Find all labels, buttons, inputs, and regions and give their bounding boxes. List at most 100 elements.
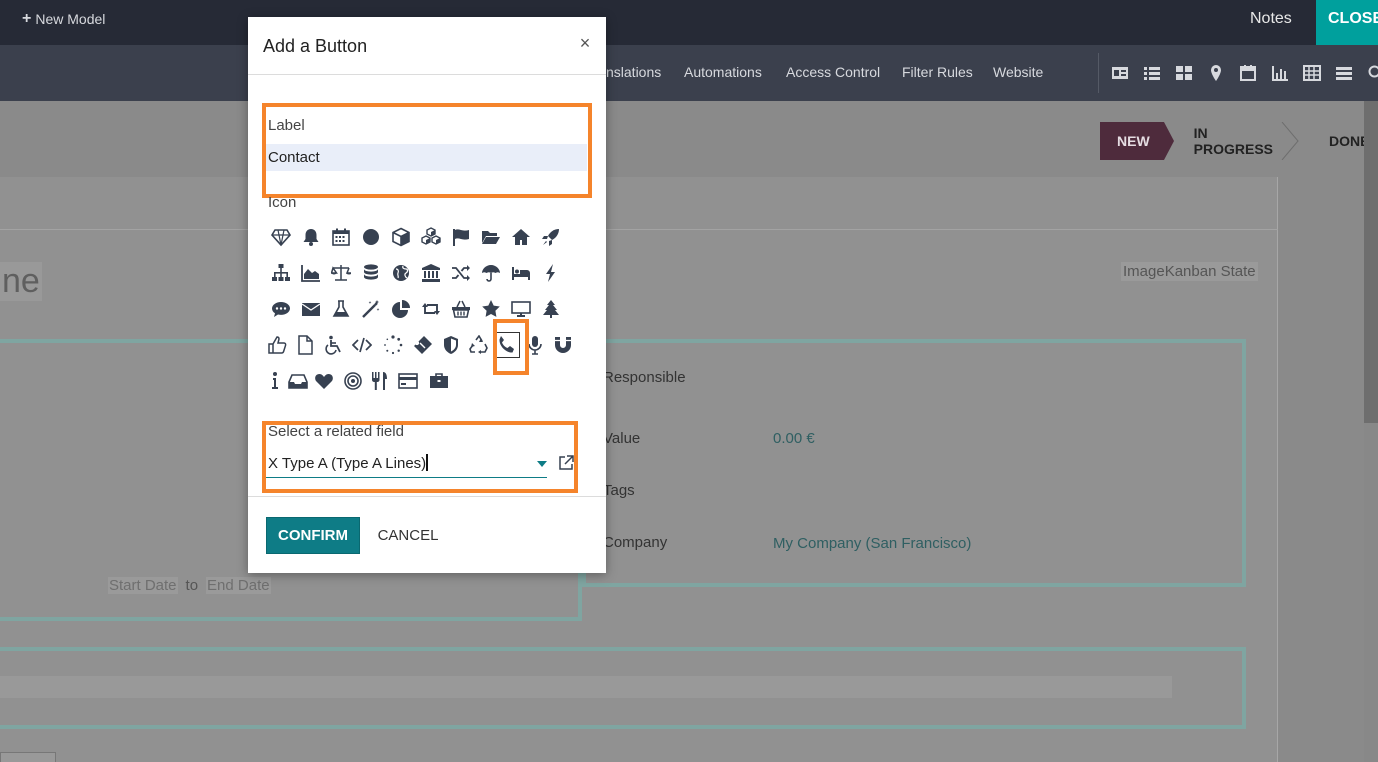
cancel-button[interactable]: CANCEL	[368, 517, 448, 554]
confirm-button[interactable]: CONFIRM	[266, 517, 360, 554]
menu-item-access-control[interactable]: Access Control	[786, 64, 880, 80]
sitemap-icon[interactable]	[268, 260, 294, 286]
random-icon[interactable]	[448, 260, 474, 286]
search-icon[interactable]	[1367, 64, 1378, 82]
cube-icon[interactable]	[388, 224, 414, 250]
label-caption: Label	[268, 117, 305, 134]
umbrella-icon[interactable]	[478, 260, 504, 286]
magic-icon[interactable]	[358, 296, 384, 322]
retweet-icon[interactable]	[418, 296, 444, 322]
activity-view-icon[interactable]	[1335, 64, 1353, 82]
text-cursor	[426, 454, 428, 471]
home-icon[interactable]	[508, 224, 534, 250]
responsible-label: Responsible	[603, 369, 686, 386]
dialog-footer: CONFIRM CANCEL	[248, 496, 606, 573]
shopping-basket-icon[interactable]	[448, 296, 474, 322]
list-view-icon[interactable]	[1143, 64, 1161, 82]
form-title: ne	[0, 262, 42, 301]
map-view-icon[interactable]	[1207, 64, 1225, 82]
diamond-icon[interactable]	[268, 224, 294, 250]
wheelchair-icon[interactable]	[320, 332, 346, 358]
recycle-icon[interactable]	[466, 332, 492, 358]
code-icon[interactable]	[349, 332, 375, 358]
close-icon[interactable]: ×	[578, 33, 592, 53]
status-step-in-progress[interactable]: IN PROGRESS	[1164, 122, 1293, 160]
ticket-icon[interactable]	[410, 332, 436, 358]
related-field-value: X Type A (Type A Lines)	[268, 455, 427, 472]
chevron-down-icon[interactable]	[537, 461, 547, 467]
company-label: Company	[603, 534, 668, 551]
area-chart-icon[interactable]	[298, 260, 324, 286]
status-separator	[1281, 122, 1299, 160]
add-button-dialog: Add a Button × Label Icon	[248, 17, 606, 573]
shield-icon[interactable]	[438, 332, 464, 358]
label-input[interactable]	[266, 144, 587, 171]
plus-icon: +	[22, 10, 32, 27]
menu-item-translations[interactable]: nslations	[606, 64, 661, 80]
file-icon[interactable]	[292, 332, 318, 358]
folder-open-icon[interactable]	[478, 224, 504, 250]
bullseye-icon[interactable]	[340, 368, 366, 394]
close-studio-button[interactable]: CLOSE	[1316, 0, 1378, 45]
top-navbar: + New Model Notes CLOSE	[0, 0, 1378, 45]
view-switcher	[1098, 53, 1378, 93]
date-separator: to	[185, 577, 199, 594]
related-field-caption: Select a related field	[268, 423, 404, 440]
bed-icon[interactable]	[508, 260, 534, 286]
comment-icon[interactable]	[268, 296, 294, 322]
briefcase-icon[interactable]	[426, 368, 452, 394]
sheet-divider	[0, 229, 1278, 230]
database-icon[interactable]	[358, 260, 384, 286]
pivot-view-icon[interactable]	[1303, 64, 1321, 82]
menu-item-website[interactable]: Website	[993, 64, 1043, 80]
calendar-view-icon[interactable]	[1239, 64, 1257, 82]
pie-chart-icon[interactable]	[388, 296, 414, 322]
heart-icon[interactable]	[311, 368, 337, 394]
scrollbar-thumb[interactable]	[1364, 101, 1378, 423]
menu-item-automations[interactable]: Automations	[684, 64, 762, 80]
flask-icon[interactable]	[328, 296, 354, 322]
date-range-field: Start Date to End Date	[108, 577, 271, 594]
bolt-icon[interactable]	[538, 260, 564, 286]
magnet-icon[interactable]	[550, 332, 576, 358]
end-date-input[interactable]: End Date	[206, 577, 271, 594]
company-field[interactable]: My Company (San Francisco)	[773, 535, 971, 552]
university-icon[interactable]	[418, 260, 444, 286]
form-view-icon[interactable]	[1111, 64, 1129, 82]
spinner-icon[interactable]	[380, 332, 406, 358]
image-kanban-state-label: ImageKanban State	[1121, 262, 1258, 281]
bell-icon[interactable]	[298, 224, 324, 250]
form-content-area: NEW IN PROGRESS DONE ne ImageKanban Stat…	[0, 101, 1378, 762]
cutlery-icon[interactable]	[367, 368, 393, 394]
external-link-icon[interactable]	[557, 454, 575, 472]
balance-scale-icon[interactable]	[328, 260, 354, 286]
value-label: Value	[603, 430, 641, 447]
icon-caption: Icon	[268, 194, 297, 211]
tree-icon[interactable]	[538, 296, 564, 322]
tags-label: Tags	[603, 482, 635, 499]
inbox-icon[interactable]	[285, 368, 311, 394]
thumbs-up-icon[interactable]	[264, 332, 290, 358]
page-scrollbar[interactable]	[1364, 101, 1378, 762]
studio-menubar: nslations Automations Access Control Fil…	[0, 45, 1378, 101]
new-model-label: New Model	[35, 11, 106, 27]
related-field-select[interactable]: X Type A (Type A Lines)	[266, 453, 547, 478]
menu-item-filter-rules[interactable]: Filter Rules	[902, 64, 973, 80]
kanban-view-icon[interactable]	[1175, 64, 1193, 82]
status-step-new[interactable]: NEW	[1100, 122, 1174, 160]
envelope-icon[interactable]	[298, 296, 324, 322]
globe-icon[interactable]	[388, 260, 414, 286]
cubes-icon[interactable]	[418, 224, 444, 250]
graph-view-icon[interactable]	[1271, 64, 1289, 82]
notes-button[interactable]: Notes	[1250, 10, 1292, 28]
flag-icon[interactable]	[448, 224, 474, 250]
credit-card-icon[interactable]	[395, 368, 421, 394]
new-model-button[interactable]: + New Model	[22, 10, 105, 28]
value-field[interactable]: 0.00 €	[773, 430, 815, 447]
start-date-input[interactable]: Start Date	[108, 577, 178, 594]
bottom-field-placeholder	[0, 676, 1172, 698]
calendar-icon[interactable]	[328, 224, 354, 250]
status-bar: NEW IN PROGRESS DONE	[1100, 122, 1378, 160]
circle-icon[interactable]	[358, 224, 384, 250]
rocket-icon[interactable]	[538, 224, 564, 250]
